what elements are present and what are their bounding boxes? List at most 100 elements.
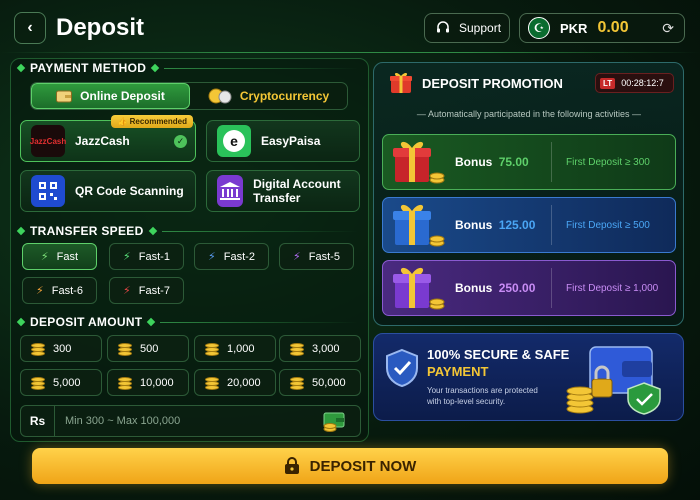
wallet-lock-icon <box>566 346 661 415</box>
tab-label: Online Deposit <box>80 89 165 103</box>
amount-option[interactable]: 5,000 <box>20 369 102 396</box>
bonus-condition: First Deposit ≥ 500 <box>566 219 650 231</box>
gift-icon <box>390 72 412 93</box>
speed-label: Fast-5 <box>308 250 340 263</box>
bonus-text: Bonus <box>455 218 493 232</box>
amount-label: 50,000 <box>312 376 346 389</box>
payment-tabs: Online Deposit Cryptocurrency <box>30 82 348 110</box>
balance-amount: 0.00 <box>597 19 629 36</box>
svg-text:e: e <box>230 133 238 149</box>
method-digital-account[interactable]: Digital Account Transfer <box>206 170 360 212</box>
refresh-icon[interactable]: ⟳ <box>662 20 674 37</box>
timer-value: 00:28:12:7 <box>621 78 664 88</box>
deposit-now-button[interactable]: DEPOSIT NOW <box>32 448 668 484</box>
bonus-card-3[interactable]: Bonus 250.00 First Deposit ≥ 1,000 <box>382 260 676 316</box>
lightning-icon: ⚡ <box>208 251 216 263</box>
speed-fast-1[interactable]: ⚡ Fast-1 <box>109 243 184 270</box>
amount-label: 5,000 <box>53 376 81 389</box>
coins-icon <box>31 376 45 390</box>
tab-cryptocurrency[interactable]: Cryptocurrency <box>190 83 347 109</box>
amount-option[interactable]: 20,000 <box>194 369 276 396</box>
speed-fast[interactable]: ⚡ Fast <box>22 243 97 270</box>
gift-box-icon <box>393 267 445 310</box>
tab-online-deposit[interactable]: Online Deposit <box>31 83 190 109</box>
secure-title-line1: 100% SECURE & SAFE <box>427 347 570 362</box>
amount-option[interactable]: 500 <box>107 335 189 362</box>
bonus-label: Bonus 250.00 <box>455 281 551 295</box>
support-button[interactable]: Support <box>424 13 510 43</box>
bonus-card-1[interactable]: Bonus 75.00 First Deposit ≥ 300 <box>382 134 676 190</box>
amount-option[interactable]: 50,000 <box>279 369 361 396</box>
bonus-condition: First Deposit ≥ 300 <box>566 156 650 168</box>
section-label: DEPOSIT AMOUNT <box>30 315 143 329</box>
currency-prefix: Rs <box>21 406 55 436</box>
tab-label: Cryptocurrency <box>239 89 330 103</box>
amount-label: 1,000 <box>227 342 255 355</box>
method-jazzcash[interactable]: JazzCash JazzCash 👍 Recommended ✓ <box>20 115 196 162</box>
badge-text: Recommended <box>129 117 187 126</box>
speed-fast-2[interactable]: ⚡ Fast-2 <box>194 243 269 270</box>
coins-icon <box>205 376 219 390</box>
amount-label: 20,000 <box>227 376 261 389</box>
bonus-text: Bonus <box>455 281 493 295</box>
speed-fast-6[interactable]: ⚡ Fast-6 <box>22 277 97 304</box>
header-divider <box>0 52 700 53</box>
diamond-icon <box>150 63 160 73</box>
promotion-timer: LT 00:28:12:7 <box>595 73 674 93</box>
secure-title-line2: PAYMENT <box>427 364 489 379</box>
wallet-money-icon <box>323 412 345 432</box>
section-line <box>161 230 358 232</box>
amount-label: 10,000 <box>140 376 174 389</box>
shield-check-icon <box>386 348 418 388</box>
method-label: EasyPaisa <box>261 134 321 148</box>
jazzcash-logo-icon: JazzCash <box>29 125 67 157</box>
amount-label: 300 <box>53 342 72 355</box>
method-label: Digital Account Transfer <box>253 177 341 205</box>
transfer-speed-heading: TRANSFER SPEED <box>16 224 358 238</box>
lightning-icon: ⚡ <box>123 285 131 297</box>
diamond-icon <box>16 63 26 73</box>
coins-icon <box>205 342 219 356</box>
promotion-title: DEPOSIT PROMOTION <box>422 76 563 91</box>
payment-method-heading: PAYMENT METHOD <box>16 61 358 75</box>
bonus-amount: 125.00 <box>498 218 536 232</box>
amount-placeholder: Min 300 ~ Max 100,000 <box>65 415 181 427</box>
promotion-subtitle: — Automatically participated in the foll… <box>416 109 642 119</box>
bonus-condition: First Deposit ≥ 1,000 <box>566 282 659 294</box>
page-title: Deposit <box>56 14 145 41</box>
method-qr-code[interactable]: QR Code Scanning <box>20 170 196 212</box>
chevron-left-icon: ‹ <box>27 19 33 36</box>
amount-input-field[interactable]: Rs Min 300 ~ Max 100,000 <box>20 405 361 437</box>
lightning-icon: ⚡ <box>123 251 131 263</box>
crypto-coins-icon <box>208 88 232 104</box>
qr-code-icon <box>31 175 65 207</box>
speed-label: Fast <box>56 250 79 263</box>
deposit-amount-heading: DEPOSIT AMOUNT <box>16 315 358 329</box>
bonus-card-2[interactable]: Bonus 125.00 First Deposit ≥ 500 <box>382 197 676 253</box>
currency-code: PKR <box>560 20 588 36</box>
speed-label: Fast-2 <box>223 250 255 263</box>
coins-icon <box>290 342 304 356</box>
support-label: Support <box>459 21 502 35</box>
back-button[interactable]: ‹ <box>14 12 46 44</box>
deposit-button-label: DEPOSIT NOW <box>309 457 417 475</box>
lock-icon <box>284 457 299 474</box>
speed-fast-7[interactable]: ⚡ Fast-7 <box>109 277 184 304</box>
amount-option[interactable]: 3,000 <box>279 335 361 362</box>
secure-title: 100% SECURE & SAFE PAYMENT <box>427 346 569 380</box>
logo-text: JazzCash <box>29 136 67 146</box>
speed-label: Fast-1 <box>138 250 170 263</box>
lightning-icon: ⚡ <box>293 251 301 263</box>
amount-option[interactable]: 10,000 <box>107 369 189 396</box>
diamond-icon <box>16 226 26 236</box>
amount-option[interactable]: 1,000 <box>194 335 276 362</box>
amount-option[interactable]: 300 <box>20 335 102 362</box>
speed-fast-5[interactable]: ⚡ Fast-5 <box>279 243 354 270</box>
section-line <box>164 67 358 69</box>
headset-icon <box>437 21 449 33</box>
speed-label: Fast-6 <box>51 284 83 297</box>
bank-icon <box>217 175 244 207</box>
method-easypaisa[interactable]: e EasyPaisa <box>206 120 360 162</box>
section-label: PAYMENT METHOD <box>30 61 147 75</box>
coins-icon <box>31 342 45 356</box>
